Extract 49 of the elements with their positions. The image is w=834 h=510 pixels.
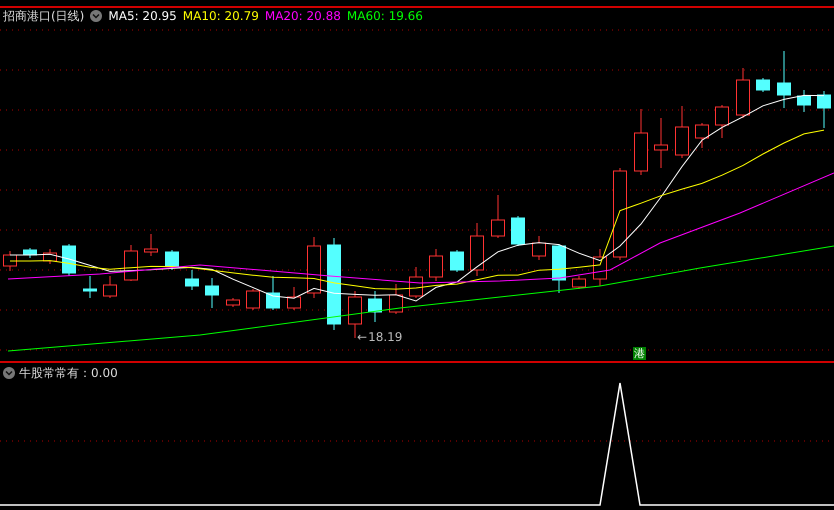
arrow-icon: ← <box>357 330 368 344</box>
moving-average-label: MA5: 20.95 <box>108 9 177 23</box>
candlestick <box>654 118 668 168</box>
candlestick <box>43 248 57 264</box>
candlestick <box>165 250 179 270</box>
dropdown-icon[interactable] <box>3 367 15 379</box>
candlestick <box>205 278 219 308</box>
candlestick <box>429 248 443 282</box>
candlestick <box>756 78 770 92</box>
dropdown-icon[interactable] <box>90 10 102 22</box>
candlestick <box>634 108 648 176</box>
candlestick <box>409 266 423 298</box>
candlestick <box>103 276 117 298</box>
candlestick <box>287 286 301 310</box>
candlestick <box>144 234 158 256</box>
candlestick <box>797 90 811 112</box>
chart-title: 招商港口(日线) <box>3 8 84 24</box>
candlestick <box>817 90 831 128</box>
candlestick <box>246 288 260 310</box>
candlestick <box>226 298 240 308</box>
candlestick <box>23 248 37 258</box>
candlestick <box>389 284 403 314</box>
candlestick <box>695 122 709 148</box>
candlestick <box>83 276 97 298</box>
candlestick <box>593 248 607 286</box>
indicator-label: 牛股常常有：0.00 <box>19 364 118 382</box>
candlestick <box>715 104 729 138</box>
candlestick <box>3 250 17 272</box>
candlestick <box>266 276 280 310</box>
candlestick <box>307 236 321 298</box>
low-price-label: 18.19 <box>368 330 402 344</box>
candlestick <box>552 244 566 294</box>
candlestick <box>470 222 484 276</box>
candlestick <box>491 194 505 238</box>
candlestick <box>368 290 382 322</box>
moving-average-label: MA10: 20.79 <box>182 9 259 23</box>
candlestick <box>511 216 525 246</box>
stock-badge: 港 <box>633 347 646 360</box>
candlestick <box>736 68 750 118</box>
candlestick <box>185 270 199 290</box>
moving-average-label: MA20: 20.88 <box>264 9 341 23</box>
candlestick <box>450 250 464 272</box>
candlestick <box>572 276 586 290</box>
candlestick <box>777 50 791 108</box>
candlestick <box>532 236 546 260</box>
candlestick <box>62 244 76 276</box>
candlestick <box>124 244 138 282</box>
candlestick <box>675 106 689 158</box>
moving-average-label: MA60: 19.66 <box>346 9 423 23</box>
